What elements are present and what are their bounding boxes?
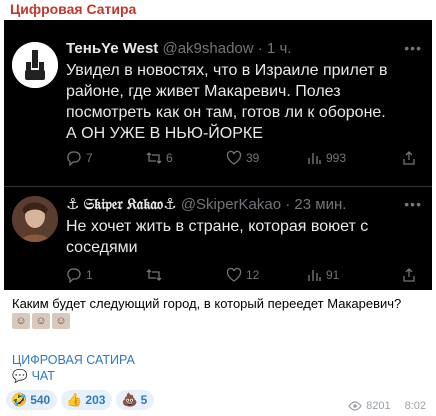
- share-button[interactable]: [401, 150, 417, 166]
- like-count: 39: [246, 151, 260, 165]
- portrait-icon: [12, 196, 58, 242]
- thumbs-up-emoji-icon: 👍: [66, 392, 83, 407]
- author-name[interactable]: ТеньYe West: [66, 40, 158, 57]
- repost-icon: [146, 269, 162, 281]
- reply-button[interactable]: 7: [66, 150, 93, 166]
- tweet-actions: 7 6 39 993: [66, 150, 426, 168]
- face-emoji: ☺: [32, 313, 50, 329]
- heart-icon: [226, 150, 242, 165]
- share-icon: [403, 268, 415, 282]
- chat-link-label: ЧАТ: [31, 369, 55, 383]
- views-count: 993: [326, 151, 347, 165]
- post-time: 8:02: [404, 400, 426, 412]
- tweet-text-line: посмотреть как он там, готов ли к оборон…: [66, 104, 386, 121]
- more-options-icon[interactable]: •••: [404, 196, 422, 212]
- views-count: 91: [326, 268, 340, 282]
- tweet-text: Увидел в новостях, что в Израиле прилет …: [66, 60, 416, 144]
- reply-count: 1: [86, 268, 93, 282]
- tweet-text-line: А ОН УЖЕ В НЬЮ-ЙОРКЕ: [66, 125, 263, 142]
- tweet-header: ТеньYe West @ak9shadow · 1 ч.: [66, 40, 291, 58]
- avatar: [12, 196, 58, 242]
- views-icon: [308, 153, 321, 164]
- face-emoji: ☺: [52, 313, 70, 329]
- tweet-text-line: Увидел в новостях, что в Израиле прилет …: [66, 62, 388, 79]
- like-count: 12: [246, 268, 260, 282]
- tweet-text: Не хочет жить в стране, которая воюет с …: [66, 216, 416, 258]
- custom-emoji-row: ☺ ☺ ☺: [12, 313, 70, 329]
- reply-icon: [67, 151, 81, 166]
- like-button[interactable]: 12: [226, 267, 259, 283]
- author-handle[interactable]: @SkiperKakao: [181, 196, 281, 213]
- face-emoji: ☺: [12, 313, 30, 329]
- repost-icon: [146, 152, 162, 164]
- share-icon: [403, 151, 415, 165]
- repost-count: 6: [166, 151, 173, 165]
- tweet-main: ТеньYe West @ak9shadow · 1 ч. ••• Увидел…: [4, 20, 432, 187]
- reply-count: 7: [86, 151, 93, 165]
- reactions-bar: 🤣 540 👍 203 💩 5: [6, 390, 155, 410]
- tweet-time: · 23 мин.: [285, 196, 347, 213]
- avatar: [12, 42, 58, 88]
- middle-finger-icon: [12, 42, 58, 88]
- reaction-poop[interactable]: 💩 5: [116, 390, 155, 410]
- eye-icon: [348, 401, 362, 411]
- views-button[interactable]: 993: [306, 150, 346, 166]
- like-button[interactable]: 39: [226, 150, 259, 166]
- reaction-thumbs-up[interactable]: 👍 203: [61, 390, 113, 410]
- reaction-rofl[interactable]: 🤣 540: [6, 390, 58, 410]
- views-icon: [308, 270, 321, 281]
- share-button[interactable]: [401, 267, 417, 283]
- channel-name[interactable]: Цифровая Сатира: [10, 0, 136, 18]
- speech-bubble-icon: 💬: [12, 369, 28, 383]
- reaction-count: 203: [85, 393, 106, 407]
- post-meta: 8201 8:02: [348, 400, 426, 412]
- reaction-count: 5: [140, 393, 148, 407]
- author-name[interactable]: ⚓ 𝔖𝔨𝔦𝔭𝔢𝔯 𝔎𝔞𝔨𝔞𝔬⚓: [66, 196, 177, 213]
- tweet-actions: 1 12 91: [66, 267, 426, 285]
- reply-button[interactable]: 1: [66, 267, 93, 283]
- tweet-time: · 1 ч.: [257, 40, 292, 57]
- views-button[interactable]: 91: [306, 267, 339, 283]
- repost-button[interactable]: 6: [146, 150, 173, 166]
- reaction-count: 540: [30, 393, 51, 407]
- channel-link[interactable]: ЦИФРОВАЯ САТИРА: [12, 352, 135, 368]
- tweet-text-line: Не хочет жить в стране, которая воюет с: [66, 218, 369, 235]
- tweet-reply: ⚓ 𝔖𝔨𝔦𝔭𝔢𝔯 𝔎𝔞𝔨𝔞𝔬⚓ @SkiperKakao · 23 мин. •…: [4, 190, 432, 290]
- channel-post: Цифровая Сатира ТеньYe West @ak9shadow ·…: [0, 0, 436, 416]
- more-options-icon[interactable]: •••: [404, 40, 422, 56]
- chat-link[interactable]: 💬 ЧАТ: [12, 368, 55, 384]
- author-handle[interactable]: @ak9shadow: [162, 40, 253, 57]
- heart-icon: [226, 267, 242, 282]
- tweet-screenshot[interactable]: ТеньYe West @ak9shadow · 1 ч. ••• Увидел…: [4, 20, 432, 290]
- rofl-emoji-icon: 🤣: [11, 392, 28, 407]
- tweet-text-line: районе, где живет Макаревич. Полез: [66, 83, 341, 100]
- repost-button[interactable]: [146, 267, 166, 283]
- post-caption: Каким будет следующий город, в который п…: [12, 296, 402, 311]
- divider: [4, 186, 432, 187]
- poop-emoji-icon: 💩: [121, 392, 138, 407]
- tweet-header: ⚓ 𝔖𝔨𝔦𝔭𝔢𝔯 𝔎𝔞𝔨𝔞𝔬⚓ @SkiperKakao · 23 мин.: [66, 196, 346, 214]
- reply-icon: [67, 268, 81, 283]
- tweet-text-line: соседями: [66, 239, 138, 256]
- view-count: 8201: [366, 400, 391, 412]
